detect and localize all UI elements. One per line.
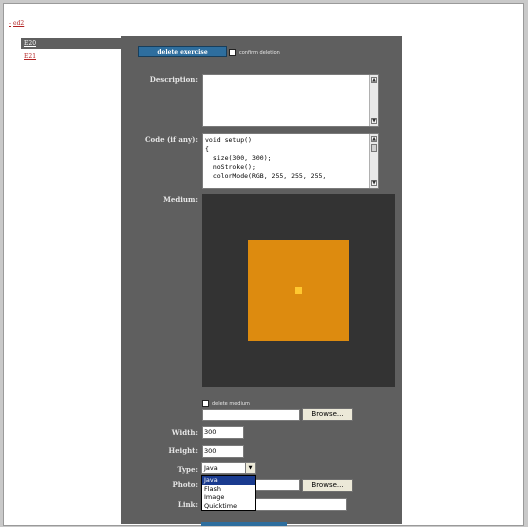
link-label: Link:: [177, 500, 198, 509]
center-dot: [295, 287, 302, 294]
description-label: Description:: [149, 75, 198, 84]
orange-square: [248, 240, 349, 341]
confirm-deletion-checkbox[interactable]: [229, 49, 236, 56]
delete-exercise-button[interactable]: delete exercise: [138, 46, 227, 57]
code-textarea[interactable]: void setup(){ size(300, 300); noStroke()…: [202, 133, 379, 189]
confirm-deletion-label: confirm deletion: [239, 50, 280, 56]
browse-medium-button[interactable]: Browse...: [302, 408, 353, 421]
code-scrollbar[interactable]: ▲ ▼: [369, 134, 378, 188]
type-option-quicktime[interactable]: Quicktime: [202, 502, 255, 511]
submit-button[interactable]: [201, 522, 287, 526]
type-option-flash[interactable]: Flash: [202, 485, 255, 494]
type-option-java[interactable]: Java: [202, 476, 255, 485]
scroll-down-icon[interactable]: ▼: [371, 180, 377, 186]
type-select-value: Java: [204, 464, 218, 472]
type-dropdown-list[interactable]: Java Flash Image Quicktime: [201, 475, 256, 511]
description-textarea[interactable]: ▲ ▼: [202, 74, 379, 127]
photo-label: Photo:: [172, 480, 198, 489]
medium-file-input[interactable]: [202, 409, 300, 421]
type-select[interactable]: Java ▼: [201, 462, 256, 474]
parent-link[interactable]: - ed2: [9, 20, 24, 27]
type-option-image[interactable]: Image: [202, 493, 255, 502]
scroll-down-icon[interactable]: ▼: [371, 118, 377, 124]
width-label: Width:: [171, 428, 198, 437]
sidebar-item-e21-label[interactable]: E21: [24, 53, 36, 60]
scroll-up-icon[interactable]: ▲: [371, 77, 377, 83]
code-label: Code (if any):: [144, 135, 198, 144]
parent-link-text[interactable]: ed2: [13, 20, 24, 27]
medium-label: Medium:: [163, 195, 198, 204]
code-text: void setup(){ size(300, 300); noStroke()…: [205, 136, 327, 180]
exercise-panel: E20 E21 delete exercise confirm deletion…: [21, 36, 402, 526]
scroll-up-icon[interactable]: ▲: [371, 136, 377, 142]
delete-medium-label: delete medium: [212, 401, 250, 407]
height-label: Height:: [168, 446, 198, 455]
description-scrollbar[interactable]: ▲ ▼: [369, 75, 378, 126]
type-label: Type:: [177, 465, 198, 474]
chevron-down-icon[interactable]: ▼: [245, 463, 255, 473]
medium-preview: [202, 194, 395, 387]
scroll-thumb[interactable]: [371, 144, 377, 152]
delete-medium-checkbox[interactable]: [202, 400, 209, 407]
browse-photo-button[interactable]: Browse...: [302, 479, 353, 492]
height-input[interactable]: 300: [202, 445, 244, 458]
link-bullet: -: [9, 20, 12, 27]
width-input[interactable]: 300: [202, 426, 244, 439]
sidebar-item-e20-label[interactable]: E20: [24, 40, 36, 47]
exercise-sidebar: E20 E21: [21, 36, 121, 524]
